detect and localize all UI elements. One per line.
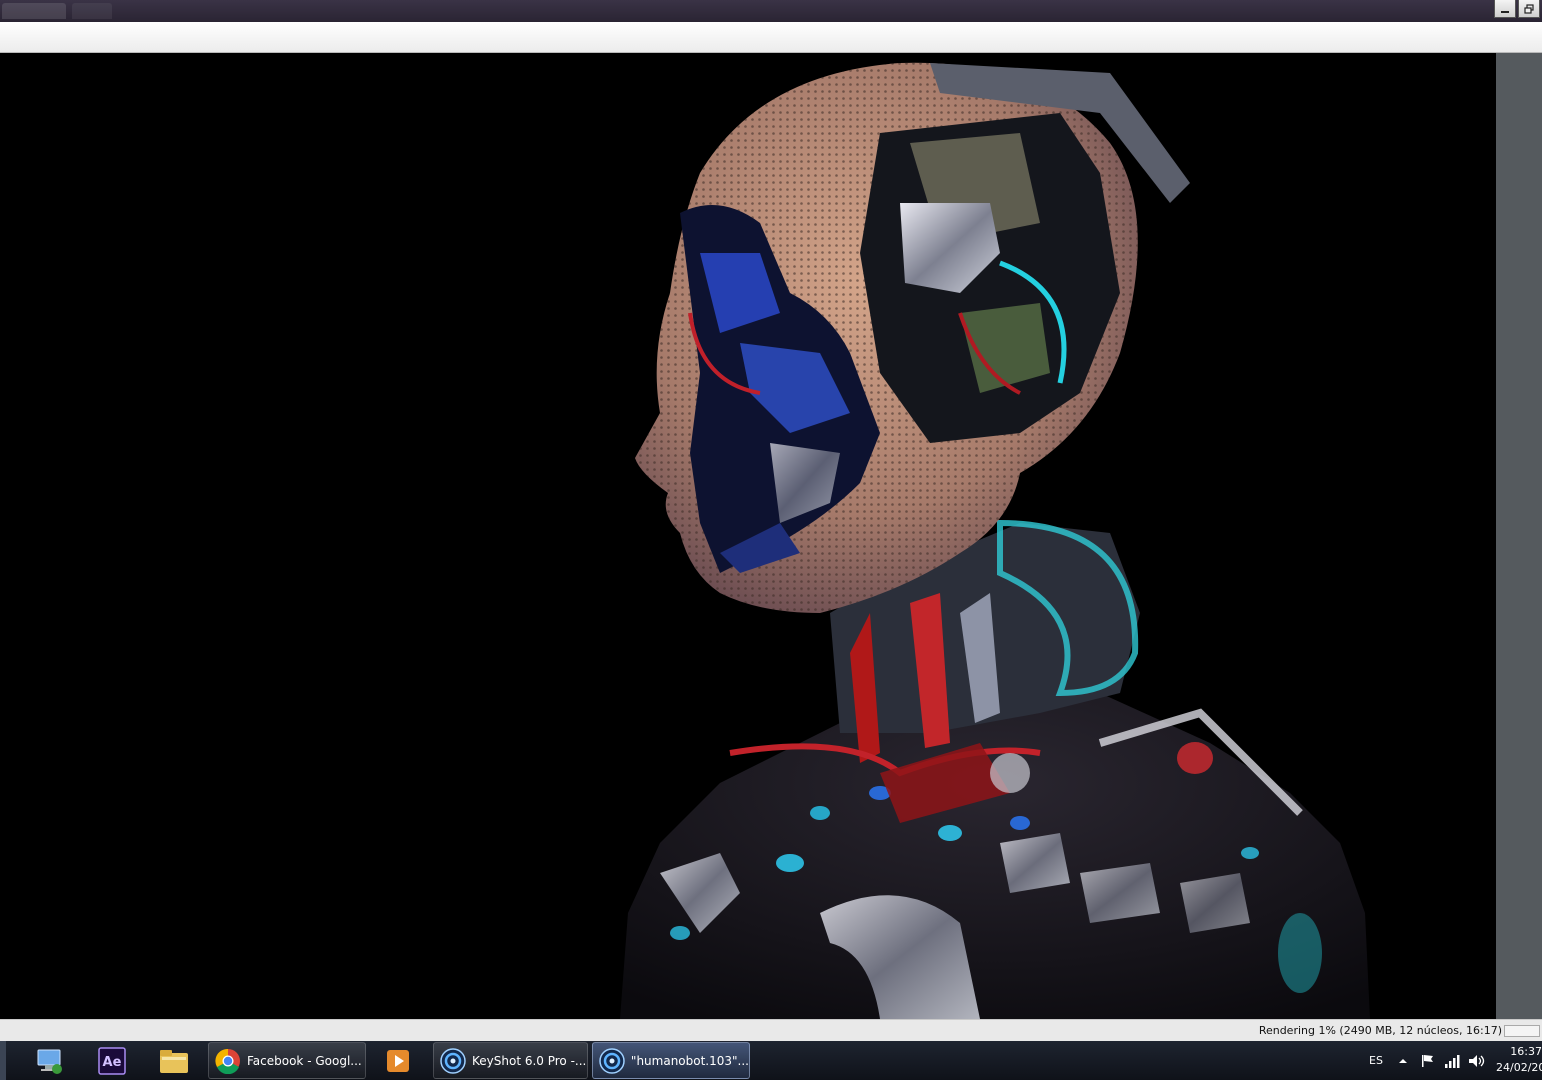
right-panel bbox=[1496, 53, 1542, 1019]
status-bar: Rendering 1% (2490 MB, 12 núcleos, 16:17… bbox=[0, 1019, 1542, 1041]
chrome-icon bbox=[215, 1048, 240, 1074]
minimize-button[interactable] bbox=[1494, 0, 1516, 18]
network-status-button[interactable] bbox=[1444, 1041, 1460, 1080]
task-chrome-facebook[interactable]: Facebook - Googl... bbox=[208, 1042, 366, 1079]
svg-text:Ae: Ae bbox=[103, 1055, 122, 1070]
task-label: Facebook - Googl... bbox=[247, 1053, 362, 1068]
task-label: KeyShot 6.0 Pro -... bbox=[472, 1053, 587, 1068]
media-player-icon[interactable] bbox=[376, 1043, 420, 1078]
flag-icon bbox=[1422, 1054, 1433, 1067]
taskbar: Ae Facebook - Googl... KeyShot 6.0 Pro -… bbox=[0, 1041, 1542, 1080]
render-viewport[interactable] bbox=[0, 53, 1496, 1019]
volume-button[interactable] bbox=[1468, 1041, 1486, 1080]
chevron-up-icon bbox=[1399, 1058, 1407, 1063]
signal-bars-icon bbox=[1445, 1054, 1460, 1068]
file-explorer-icon[interactable] bbox=[152, 1043, 196, 1078]
network-computer-icon[interactable] bbox=[28, 1043, 72, 1078]
window-titlebar bbox=[0, 0, 1542, 22]
window-controls bbox=[1492, 0, 1540, 18]
keyshot-icon bbox=[440, 1047, 466, 1074]
restore-button[interactable] bbox=[1518, 0, 1540, 18]
clock-date: 24/02/2016 bbox=[1496, 1061, 1542, 1074]
render-image bbox=[620, 62, 1370, 1019]
task-label: "humanobot.103"... bbox=[630, 1053, 749, 1068]
app-toolbar bbox=[0, 22, 1542, 53]
minimize-icon bbox=[1501, 10, 1509, 13]
restore-icon bbox=[1524, 3, 1534, 14]
keyshot-icon bbox=[599, 1047, 625, 1074]
titlebar-tab[interactable] bbox=[2, 3, 66, 19]
speaker-icon bbox=[1469, 1054, 1485, 1067]
show-hidden-icons-button[interactable] bbox=[1398, 1041, 1408, 1080]
start-button[interactable] bbox=[0, 1041, 6, 1080]
language-indicator[interactable]: ES bbox=[1369, 1041, 1383, 1080]
action-center-button[interactable] bbox=[1420, 1041, 1436, 1080]
clock-time: 16:37 bbox=[1510, 1045, 1542, 1058]
render-status-text: Rendering 1% (2490 MB, 12 núcleos, 16:17… bbox=[1258, 1024, 1502, 1037]
render-progress-bar bbox=[1504, 1025, 1540, 1037]
taskbar-clock[interactable]: 16:37 24/02/2016 bbox=[1496, 1044, 1542, 1076]
after-effects-icon[interactable]: Ae bbox=[90, 1043, 134, 1078]
titlebar-tab[interactable] bbox=[72, 3, 112, 19]
task-keyshot-render[interactable]: "humanobot.103"... bbox=[592, 1042, 750, 1079]
language-label: ES bbox=[1369, 1054, 1383, 1067]
task-keyshot[interactable]: KeyShot 6.0 Pro -... bbox=[433, 1042, 588, 1079]
